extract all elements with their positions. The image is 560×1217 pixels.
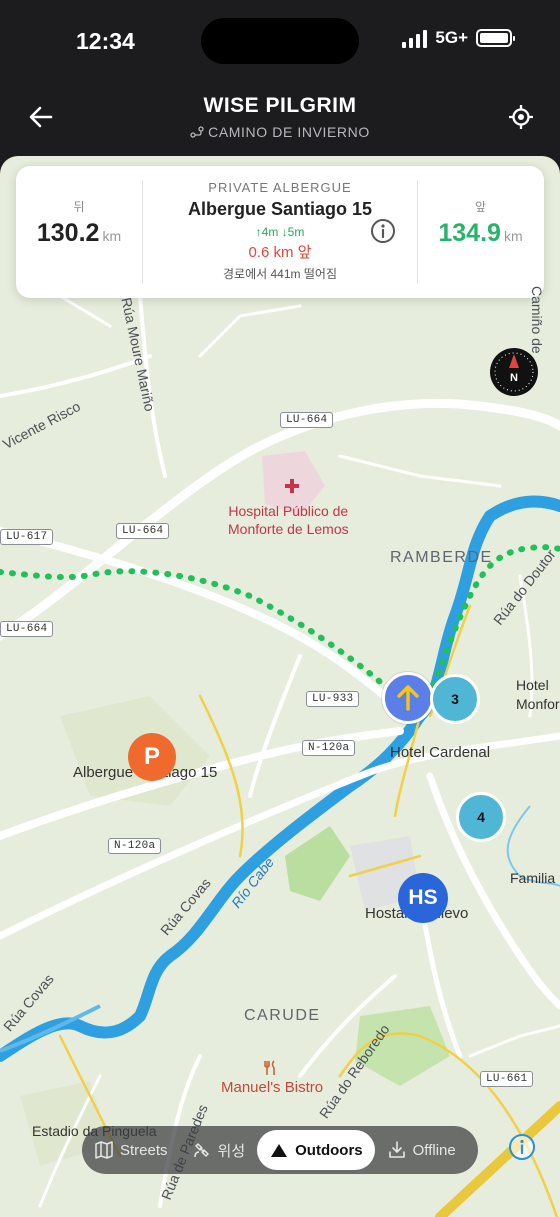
behind-unit: km	[102, 228, 122, 244]
battery-icon	[476, 29, 515, 47]
hospital-icon	[285, 479, 299, 493]
satellite-icon	[193, 1143, 209, 1158]
page-title: WISE PILGRIM	[203, 94, 357, 117]
road-shield: LU-664	[116, 523, 170, 539]
dynamic-island	[201, 18, 359, 64]
restaurant-icon	[264, 1060, 275, 1075]
ahead-value: 134.9	[438, 219, 501, 247]
poi-name: Albergue Santiago 15	[187, 199, 373, 219]
albergue-marker[interactable]: P	[128, 733, 176, 781]
tab-offline[interactable]: Offline	[375, 1130, 468, 1170]
compass-button[interactable]: N	[490, 348, 538, 396]
tab-streets[interactable]: Streets	[82, 1130, 180, 1170]
hospital-label: Hospital Público de Monforte de Lemos	[228, 503, 349, 537]
info-icon[interactable]	[370, 218, 396, 244]
status-time: 12:34	[76, 28, 135, 54]
compass-north-label: N	[510, 372, 518, 384]
tab-satellite[interactable]: 위성	[180, 1130, 258, 1170]
current-location-marker[interactable]	[382, 672, 434, 724]
ahead-label: 앞	[474, 200, 487, 214]
off-route-distance: 경로에서 441m 떨어짐	[223, 267, 337, 281]
poi-cluster-marker[interactable]: 3	[430, 674, 480, 724]
tab-label: 위성	[217, 1142, 246, 1160]
tab-label: Outdoors	[295, 1141, 363, 1159]
district-label: CARUDE	[244, 1007, 321, 1024]
road-shield: LU-933	[306, 691, 360, 707]
distance-ahead: 앞 134.9 km	[417, 198, 544, 248]
locate-me-icon[interactable]	[508, 104, 534, 130]
hotel-label: Hotel Cardenal	[390, 744, 491, 761]
road-shield: LU-617	[0, 529, 54, 545]
road-shield: N-120a	[108, 838, 162, 854]
compass-icon: N	[494, 352, 534, 392]
app-header: WISE PILGRIM CAMINO DE INVIERNO	[0, 86, 560, 158]
poi-distance: 0.6 km 앞	[248, 244, 312, 261]
status-indicators: 5G+	[402, 28, 515, 48]
signal-icon	[402, 28, 428, 48]
ahead-unit: km	[503, 228, 523, 244]
tab-label: Streets	[120, 1141, 168, 1159]
status-bar: 12:34 5G+	[0, 0, 560, 86]
heading-arrow-icon	[397, 685, 419, 711]
tab-label: Offline	[412, 1141, 456, 1159]
hostal-marker[interactable]: HS	[398, 873, 448, 923]
poi-kind: PRIVATE ALBERGUE	[208, 180, 352, 195]
route-icon	[190, 126, 204, 138]
network-type: 5G+	[435, 28, 468, 47]
poi-card[interactable]: 뒤 130.2 km PRIVATE ALBERGUE Albergue Sant…	[16, 166, 544, 298]
place-label: Familia	[510, 870, 556, 886]
route-name: CAMINO DE INVIERNO	[208, 124, 370, 140]
road-shield: LU-664	[0, 621, 54, 637]
behind-value: 130.2	[36, 219, 100, 247]
road-shield: LU-661	[480, 1071, 534, 1087]
tab-outdoors[interactable]: Outdoors	[257, 1130, 375, 1170]
road-shield: LU-664	[280, 412, 334, 428]
restaurant-label: Manuel's Bistro	[221, 1079, 324, 1096]
poi-cluster-marker[interactable]: 4	[456, 792, 506, 842]
behind-label: 뒤	[73, 200, 85, 214]
map-view[interactable]: 뒤 130.2 km PRIVATE ALBERGUE Albergue Sant…	[0, 156, 560, 1217]
map-icon	[95, 1141, 113, 1159]
distance-behind: 뒤 130.2 km	[16, 198, 142, 248]
road-shield: N-120a	[302, 740, 356, 756]
map-style-tabs: Streets 위성 Outdoors Offline	[82, 1126, 478, 1174]
map-info-icon[interactable]	[508, 1133, 536, 1161]
district-label: RAMBERDE	[390, 549, 493, 566]
download-icon	[388, 1141, 405, 1158]
route-subtitle: CAMINO DE INVIERNO	[0, 124, 560, 140]
street-label: Camiño de	[529, 286, 545, 354]
mountain-icon	[271, 1144, 288, 1157]
hotel-label: Hotel Monfor	[516, 677, 560, 712]
